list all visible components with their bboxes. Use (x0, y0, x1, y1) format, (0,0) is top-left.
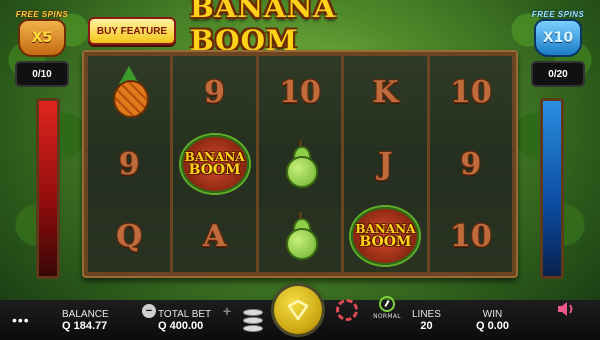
progress-bar-right (540, 98, 564, 279)
banana-boom-wild-symbol: BANANA BOOM (349, 206, 421, 266)
card-symbol: Q (116, 218, 143, 254)
total-bet-label: TOTAL BET (158, 308, 212, 320)
banana-boom-wild-symbol: BANANA BOOM (179, 134, 251, 194)
pear-symbol (264, 134, 336, 194)
autoplay-icon[interactable] (336, 299, 358, 321)
free-spins-title: FREE SPINS (15, 10, 69, 19)
card-symbol: 10 (449, 218, 492, 254)
balance-label: BALANCE (62, 308, 109, 320)
card-symbol: A (202, 218, 227, 254)
pear-icon (284, 140, 319, 188)
reel-4: K J BANANA BOOM (344, 56, 427, 272)
progress-bar-left (36, 98, 60, 279)
pear-symbol (264, 206, 336, 266)
card-symbol: 9 (460, 146, 482, 182)
sound-icon[interactable] (556, 300, 576, 318)
coins-icon[interactable] (243, 309, 263, 332)
card-symbol: 9 (204, 74, 226, 110)
card-symbol: 10 (449, 74, 492, 110)
card-symbol: K (372, 74, 399, 110)
multiplier-x10: X10 (534, 19, 582, 57)
card-symbol: J (378, 146, 393, 182)
buy-feature-button[interactable]: BUY FEATURE (88, 17, 176, 45)
reels-grid: 9 Q 9 BANANA BOOM A 10 K J BANANA BOOM 10 9 10 (88, 56, 513, 272)
reel-3: 10 (258, 56, 342, 272)
pineapple-icon (109, 66, 150, 118)
free-spins-counter: 0/20 (531, 61, 585, 87)
logo-word-2: BOOM (359, 234, 412, 250)
win-display: WIN Q 0.00 (476, 300, 509, 340)
lines-value: 20 (420, 319, 433, 332)
speed-label: NORMAL (373, 313, 401, 320)
multiplier-x5: X5 (18, 19, 66, 57)
reel-2: 9 BANANA BOOM A (173, 56, 256, 272)
lines-label: LINES (412, 308, 441, 320)
total-bet-value: Q 400.00 (158, 319, 204, 332)
reel-1: 9Q (88, 56, 171, 272)
win-label: WIN (482, 308, 503, 320)
spin-icon (287, 299, 309, 321)
card-symbol: 10 (279, 74, 321, 110)
game-screen: BANANA BOOM BUY FEATURE FREE SPINS X5 0/… (0, 0, 600, 340)
pineapple-symbol (93, 62, 165, 122)
banana-boom-logo: BANANA BOOM (351, 207, 420, 265)
speed-gauge-icon (379, 296, 395, 312)
free-spins-counter: 0/10 (15, 61, 69, 87)
free-spins-title: FREE SPINS (531, 10, 585, 19)
balance-display: BALANCE Q 184.77 (62, 300, 109, 340)
reel-5: 10 9 10 (429, 56, 513, 272)
decrease-bet-button[interactable]: − (142, 304, 156, 318)
banana-boom-logo: BANANA BOOM (180, 135, 249, 193)
reels-frame: 9 Q 9 BANANA BOOM A 10 K J BANANA BOOM 10 9 10 (82, 50, 518, 278)
balance-value: Q 184.77 (62, 319, 108, 332)
increase-bet-button[interactable]: + (220, 304, 234, 318)
game-title: BANANA BOOM (190, 0, 337, 57)
menu-icon[interactable]: ••• (12, 312, 30, 328)
logo-word-2: BOOM (188, 162, 241, 178)
lines-display: LINES 20 (412, 300, 441, 340)
pear-icon (284, 212, 319, 260)
total-bet-display: TOTAL BET Q 400.00 (158, 300, 211, 340)
win-value: Q 0.00 (476, 319, 510, 332)
spin-button[interactable] (274, 286, 322, 334)
card-symbol: 9 (118, 146, 140, 182)
speed-toggle[interactable]: NORMAL (370, 296, 404, 320)
free-spins-x5-jar: FREE SPINS X5 0/10 (12, 10, 72, 87)
free-spins-x10-jar: FREE SPINS X10 0/20 (528, 10, 588, 87)
